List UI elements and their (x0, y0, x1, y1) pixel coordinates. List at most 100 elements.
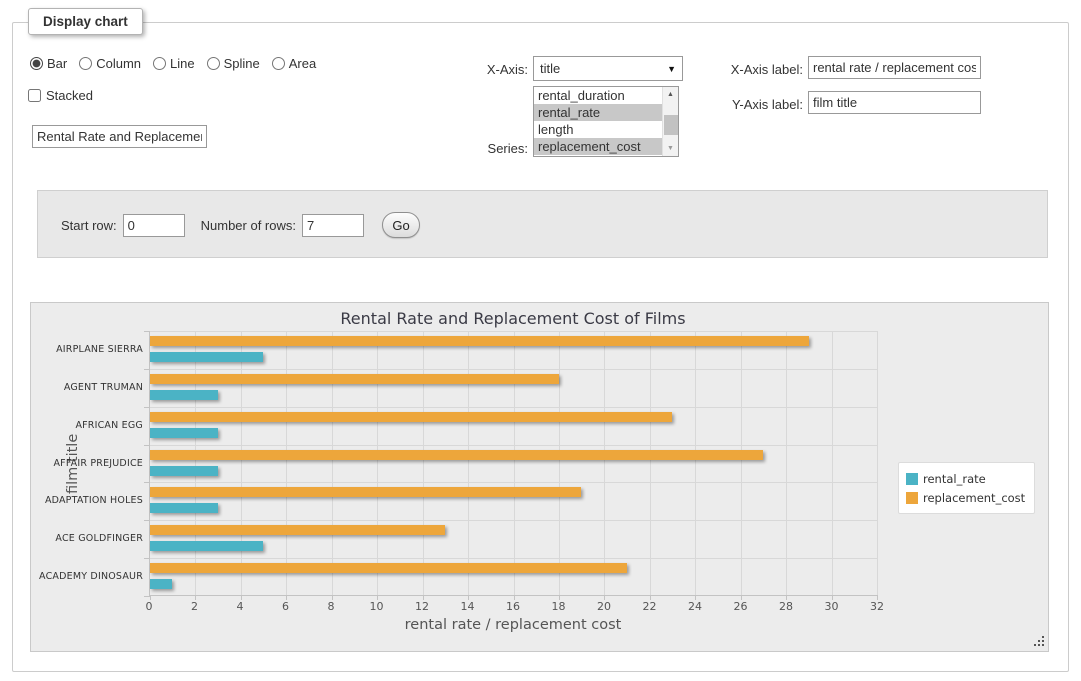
chart-type-radio-line[interactable] (153, 57, 166, 70)
series-option-rental-duration[interactable]: rental_duration (534, 87, 662, 104)
stacked-checkbox[interactable] (28, 89, 41, 102)
category-label: AGENT TRUMAN (31, 369, 143, 407)
row-range-panel: Start row: Number of rows: Go (37, 190, 1048, 258)
chart-type-option-column[interactable]: Column (79, 56, 141, 71)
chart-type-option-area[interactable]: Area (272, 56, 316, 71)
chart-type-option-bar[interactable]: Bar (30, 56, 67, 71)
category-label: ACADEMY DINOSAUR (31, 558, 143, 596)
chart-type-group: Bar Column Line Spline Area (30, 56, 324, 71)
series-option-length[interactable]: length (534, 121, 662, 138)
category-band (150, 558, 877, 596)
x-axis-label-caption: X-Axis label: (715, 62, 803, 77)
series-scrollbar[interactable]: ▲ ▼ (662, 87, 678, 156)
bar-replacement_cost (150, 525, 445, 535)
x-tick-label: 6 (282, 600, 289, 613)
x-axis-select[interactable]: title ▼ (533, 56, 683, 81)
plot-area (149, 331, 877, 596)
category-band (150, 331, 877, 369)
x-tick-label: 8 (328, 600, 335, 613)
go-button[interactable]: Go (382, 212, 420, 238)
series-option-rental-rate[interactable]: rental_rate (534, 104, 662, 121)
chart-type-label: Column (96, 56, 141, 71)
series-option-replacement-cost[interactable]: replacement_cost (534, 138, 662, 155)
legend-label: rental_rate (923, 472, 986, 486)
category-band (150, 407, 877, 445)
series-caption: Series: (440, 141, 528, 156)
bar-rental_rate (150, 352, 263, 362)
chart-title-input[interactable] (32, 125, 207, 148)
x-axis-title: rental rate / replacement cost (149, 617, 877, 633)
x-tick-label: 12 (415, 600, 429, 613)
x-tick-label: 22 (643, 600, 657, 613)
chart-type-label: Bar (47, 56, 67, 71)
panel-legend: Display chart (28, 8, 143, 35)
x-tick-label: 10 (370, 600, 384, 613)
category-labels: AIRPLANE SIERRAAGENT TRUMANAFRICAN EGGAF… (31, 331, 143, 596)
legend-swatch (906, 492, 918, 504)
x-tick-label: 20 (597, 600, 611, 613)
bar-replacement_cost (150, 374, 559, 384)
x-tick-label: 24 (688, 600, 702, 613)
legend-swatch (906, 473, 918, 485)
chart-type-option-spline[interactable]: Spline (207, 56, 260, 71)
stacked-label: Stacked (46, 88, 93, 103)
chart-type-label: Line (170, 56, 195, 71)
stacked-option[interactable]: Stacked (28, 88, 93, 103)
category-band (150, 482, 877, 520)
bar-rental_rate (150, 390, 218, 400)
x-axis-caption: X-Axis: (440, 62, 528, 77)
x-tick-label: 0 (146, 600, 153, 613)
category-band (150, 520, 877, 558)
bar-replacement_cost (150, 563, 627, 573)
x-tick-label: 30 (825, 600, 839, 613)
x-tick-label: 32 (870, 600, 884, 613)
num-rows-input[interactable] (302, 214, 364, 237)
scroll-up-icon[interactable]: ▲ (663, 87, 678, 102)
bar-rental_rate (150, 541, 263, 551)
x-tick-label: 18 (552, 600, 566, 613)
chart-type-label: Area (289, 56, 316, 71)
legend-label: replacement_cost (923, 491, 1025, 505)
legend-item-replacement_cost[interactable]: replacement_cost (906, 488, 1025, 507)
chart-type-radio-bar[interactable] (30, 57, 43, 70)
chart-type-label: Spline (224, 56, 260, 71)
x-tick-label: 4 (237, 600, 244, 613)
resize-handle[interactable] (1033, 636, 1045, 648)
chevron-down-icon: ▼ (667, 64, 676, 74)
num-rows-caption: Number of rows: (201, 218, 296, 233)
x-tick-label: 16 (506, 600, 520, 613)
category-label: ADAPTATION HOLES (31, 482, 143, 520)
bar-rental_rate (150, 466, 218, 476)
category-label: ACE GOLDFINGER (31, 520, 143, 558)
chart-type-radio-spline[interactable] (207, 57, 220, 70)
category-band (150, 369, 877, 407)
bar-replacement_cost (150, 336, 809, 346)
category-label: AFRICAN EGG (31, 407, 143, 445)
y-axis-label-caption: Y-Axis label: (715, 97, 803, 112)
bar-replacement_cost (150, 450, 763, 460)
x-tick-label: 26 (734, 600, 748, 613)
scrollbar-thumb[interactable] (664, 115, 678, 135)
chart-type-radio-column[interactable] (79, 57, 92, 70)
category-band (150, 445, 877, 483)
series-options: rental_duration rental_rate length repla… (534, 87, 662, 156)
series-listbox[interactable]: rental_duration rental_rate length repla… (533, 86, 679, 157)
bar-rental_rate (150, 503, 218, 513)
x-axis-label-input[interactable] (808, 56, 981, 79)
x-tick-labels: 02468101214161820222426283032 (149, 600, 877, 614)
start-row-caption: Start row: (61, 218, 117, 233)
y-axis-label-input[interactable] (808, 91, 981, 114)
chart-type-radio-area[interactable] (272, 57, 285, 70)
x-tick-label: 2 (191, 600, 198, 613)
bar-rental_rate (150, 428, 218, 438)
x-tick-label: 14 (461, 600, 475, 613)
scroll-down-icon[interactable]: ▼ (663, 141, 678, 156)
gridline (877, 331, 878, 595)
chart-legend: rental_rate replacement_cost (898, 462, 1035, 514)
chart-type-option-line[interactable]: Line (153, 56, 195, 71)
y-tick-mark (144, 596, 150, 597)
legend-item-rental_rate[interactable]: rental_rate (906, 469, 1025, 488)
chart-title: Rental Rate and Replacement Cost of Film… (149, 309, 877, 328)
x-tick-label: 28 (779, 600, 793, 613)
start-row-input[interactable] (123, 214, 185, 237)
